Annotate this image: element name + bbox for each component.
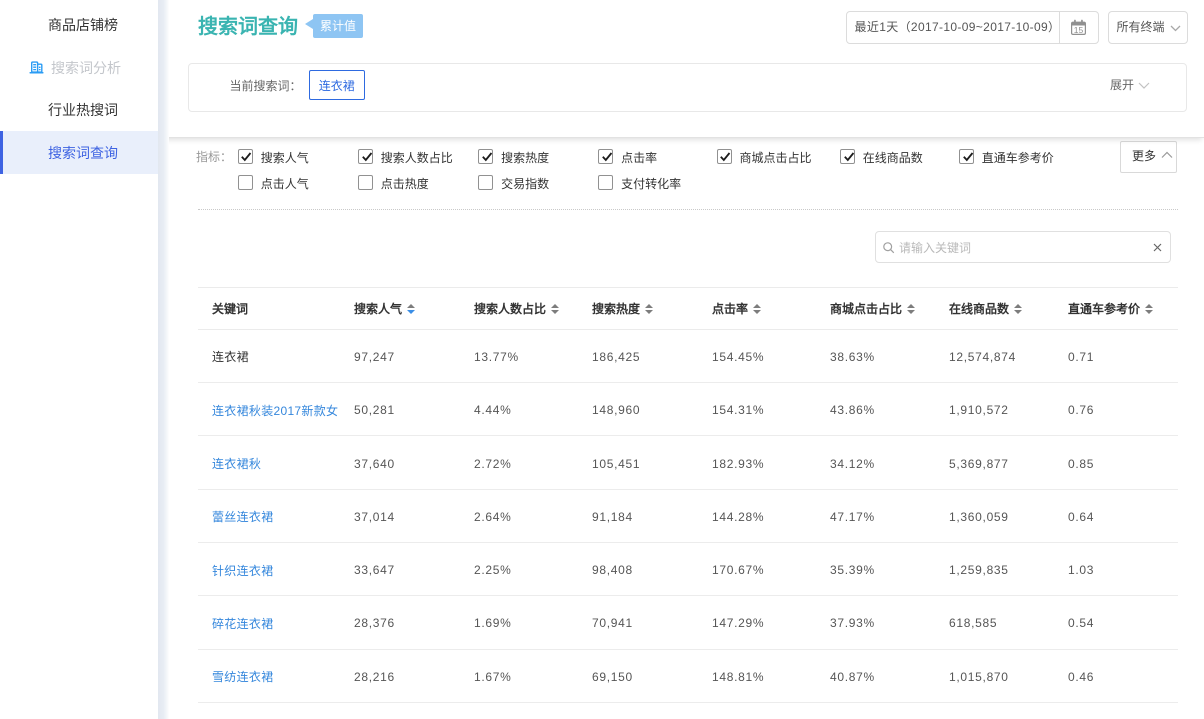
svg-text:15: 15 (1073, 24, 1083, 34)
